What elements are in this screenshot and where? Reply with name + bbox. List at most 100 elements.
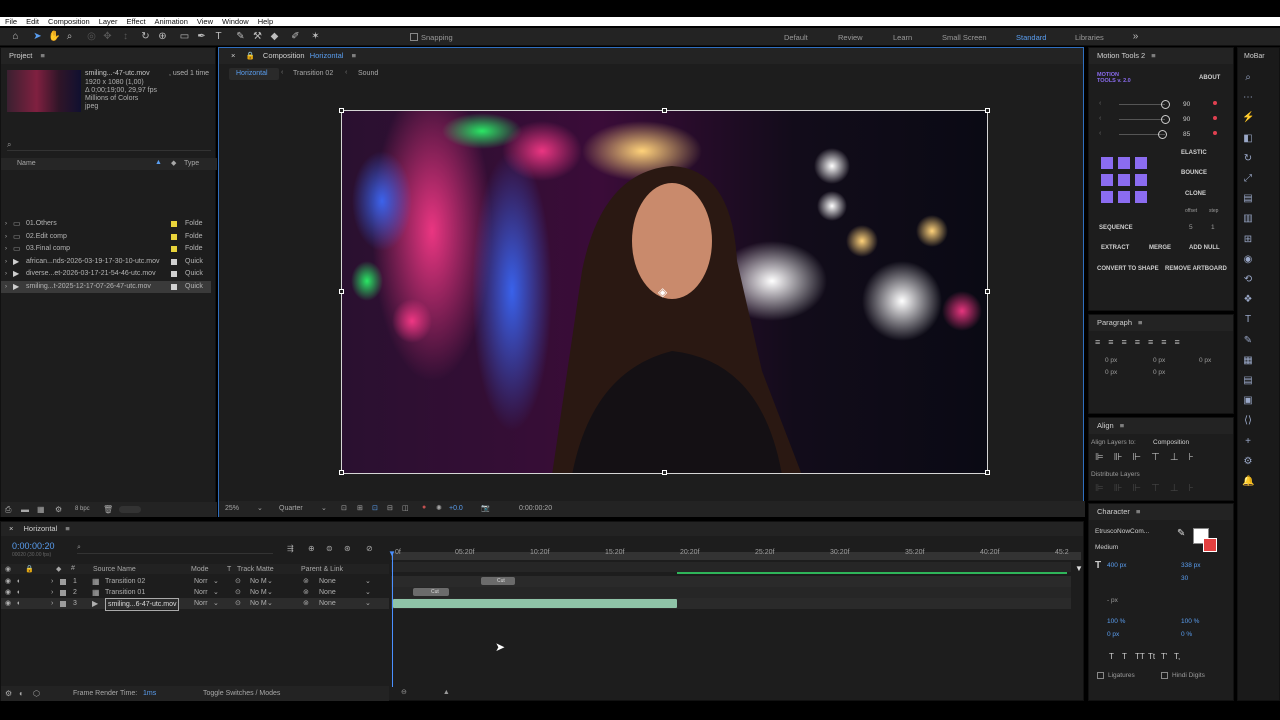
anchor-tool-icon[interactable]: ⊕ — [157, 31, 168, 42]
project-item[interactable]: › ▭ 02.Edit comp Folde — [1, 231, 211, 243]
zoom-tool-icon[interactable]: ⌕ — [64, 31, 75, 42]
new-folder-icon[interactable]: ▬ — [21, 505, 29, 514]
menu-edit[interactable]: Edit — [26, 17, 39, 26]
merge-button[interactable]: MERGE — [1149, 245, 1171, 251]
layer-switches-icon[interactable]: ⚙ — [5, 689, 12, 698]
frame-blending-icon[interactable]: ⊛ — [344, 544, 351, 553]
breadcrumb-transition-02[interactable]: Transition 02 — [293, 70, 333, 77]
label-swatch[interactable] — [171, 233, 177, 240]
menu-help[interactable]: Help — [258, 17, 273, 26]
audio-icon[interactable]: ◖ — [16, 598, 20, 609]
motion-slider[interactable]: ‹ 90 — [1097, 100, 1231, 110]
menu-animation[interactable]: Animation — [155, 17, 188, 26]
indent-first[interactable]: 0 px — [1153, 357, 1165, 364]
menu-view[interactable]: View — [197, 17, 213, 26]
composition-menu-icon[interactable]: ≡ — [352, 51, 356, 60]
settings-icon[interactable]: ⚙ — [1242, 456, 1254, 468]
convert-shape-button[interactable]: CONVERT TO SHAPE — [1097, 266, 1159, 272]
more-icon[interactable]: ⋯ — [1242, 92, 1254, 104]
panel-menu-icon[interactable]: ≡ — [1138, 318, 1142, 327]
bounce-label[interactable]: BOUNCE — [1181, 170, 1207, 176]
workspace-review[interactable]: Review — [838, 33, 863, 42]
panel-menu-icon[interactable]: ≡ — [1120, 421, 1124, 430]
visibility-eye-icon[interactable]: ◉ — [5, 576, 11, 587]
bit-depth[interactable]: 8 bpc — [75, 506, 90, 512]
zoom-select[interactable]: 25% — [225, 505, 239, 512]
pickwhip-icon[interactable]: ⊚ — [303, 598, 309, 609]
close-icon[interactable]: × — [231, 51, 235, 60]
column-name[interactable]: Name — [17, 160, 36, 167]
zoom-in-icon[interactable]: ▲ — [443, 689, 450, 696]
resolution-select[interactable]: Quarter — [279, 505, 303, 512]
sequence-offset[interactable]: 5 — [1189, 224, 1193, 231]
project-item[interactable]: › ▶ diverse...et-2026-03-17-21-54-46-utc.m… — [1, 268, 211, 280]
hindi-digits-checkbox[interactable] — [1161, 672, 1168, 679]
distribute-buttons-icons[interactable]: ⊫⊪⊩⊤⊥⊦ — [1095, 483, 1204, 494]
stack-icon[interactable]: ▤ — [1242, 375, 1254, 387]
transform-handle-b[interactable] — [662, 470, 667, 475]
label-swatch[interactable] — [171, 258, 177, 265]
transform-handle-r[interactable] — [985, 289, 990, 294]
motion-slider[interactable]: ‹ 90 — [1097, 115, 1231, 125]
close-icon[interactable]: × — [9, 524, 13, 533]
text-style-button[interactable]: Tt — [1148, 652, 1155, 661]
channel-icon[interactable]: ◫ — [402, 504, 409, 512]
code-icon[interactable]: ⟨⟩ — [1242, 415, 1254, 427]
delete-icon[interactable]: 🗑 — [103, 505, 113, 514]
clone-stamp-icon[interactable]: ⚒ — [252, 31, 263, 42]
layers-icon[interactable]: ◧ — [1242, 133, 1254, 145]
layer-matte[interactable]: No M — [250, 587, 267, 598]
rotate-tool-icon[interactable]: ↻ — [140, 31, 151, 42]
slider-value[interactable]: 90 — [1183, 101, 1190, 108]
workspace-small-screen[interactable]: Small Screen — [942, 33, 987, 42]
eraser-tool-icon[interactable]: ◆ — [269, 31, 280, 42]
anchor-grid[interactable] — [1099, 155, 1149, 205]
add-null-button[interactable]: ADD NULL — [1189, 245, 1220, 251]
shy-icon[interactable]: ⊜ — [326, 544, 333, 553]
indent-left[interactable]: 0 px — [1105, 357, 1117, 364]
font-style-select[interactable]: Medium — [1095, 544, 1118, 551]
chevron-down-icon[interactable]: ⌄ — [365, 576, 371, 587]
panel-icon[interactable]: ▥ — [1242, 213, 1254, 225]
layer-mode[interactable]: Norr — [194, 598, 208, 609]
space-before[interactable]: 0 px — [1105, 369, 1117, 376]
chevron-down-icon[interactable]: ⌄ — [365, 598, 371, 609]
expand-arrow-icon[interactable]: › — [51, 576, 53, 587]
leading-value[interactable]: 338 px — [1181, 562, 1201, 569]
expand-arrow-icon[interactable]: › — [5, 231, 7, 243]
tracking-value[interactable]: 30 — [1181, 575, 1188, 582]
track-matte-icon[interactable]: ⊙ — [235, 587, 241, 598]
exposure-icon[interactable]: ✺ — [436, 504, 442, 512]
remove-artboard-button[interactable]: REMOVE ARTBOARD — [1165, 266, 1227, 272]
chevron-down-icon[interactable]: ⌄ — [213, 598, 219, 609]
expand-arrow-icon[interactable]: › — [5, 243, 7, 255]
time-ruler[interactable] — [391, 562, 1071, 572]
chevron-down-icon[interactable]: ⌄ — [213, 587, 219, 598]
audio-icon[interactable]: ◖ — [16, 576, 20, 587]
bell-icon[interactable]: 🔔 — [1242, 476, 1254, 488]
expand-arrow-icon[interactable]: › — [5, 256, 7, 268]
align-to-select[interactable]: Composition — [1153, 439, 1189, 446]
chevron-down-icon[interactable]: ⌄ — [365, 587, 371, 598]
eye-icon[interactable]: ◉ — [1242, 254, 1254, 266]
thumbnail-slider[interactable] — [119, 506, 141, 513]
baseline-shift[interactable]: 0 px — [1107, 631, 1119, 638]
visibility-eye-icon[interactable]: ◉ — [5, 598, 11, 609]
layer-parent[interactable]: None — [319, 587, 336, 598]
extract-button[interactable]: EXTRACT — [1101, 245, 1129, 251]
composition-timecode[interactable]: 0:00:00:20 — [519, 505, 552, 512]
layer-row[interactable]: ◉ ◖ › 3 ▶ smiling...6-47-utc.mov Norr ⌄ ⊙ No M ⌄ ⊚ N… — [1, 598, 389, 611]
indent-right[interactable]: 0 px — [1199, 357, 1211, 364]
slider-track[interactable] — [1119, 119, 1165, 120]
expand-arrow-icon[interactable]: › — [5, 218, 7, 230]
text-style-button[interactable]: T, — [1174, 652, 1180, 661]
chevron-down-icon[interactable]: ⌄ — [257, 504, 263, 512]
project-item[interactable]: › ▭ 01.Others Folde — [1, 218, 211, 230]
timeline-search-input[interactable]: ⌕ — [77, 544, 273, 554]
expand-arrow-icon[interactable]: › — [51, 587, 53, 598]
draft-3d-icon[interactable]: ⊕ — [308, 544, 315, 553]
menu-window[interactable]: Window — [222, 17, 249, 26]
label-swatch[interactable] — [171, 246, 177, 253]
project-item[interactable]: › ▭ 03.Final comp Folde — [1, 243, 211, 255]
timeline-menu-icon[interactable]: ≡ — [65, 524, 69, 533]
